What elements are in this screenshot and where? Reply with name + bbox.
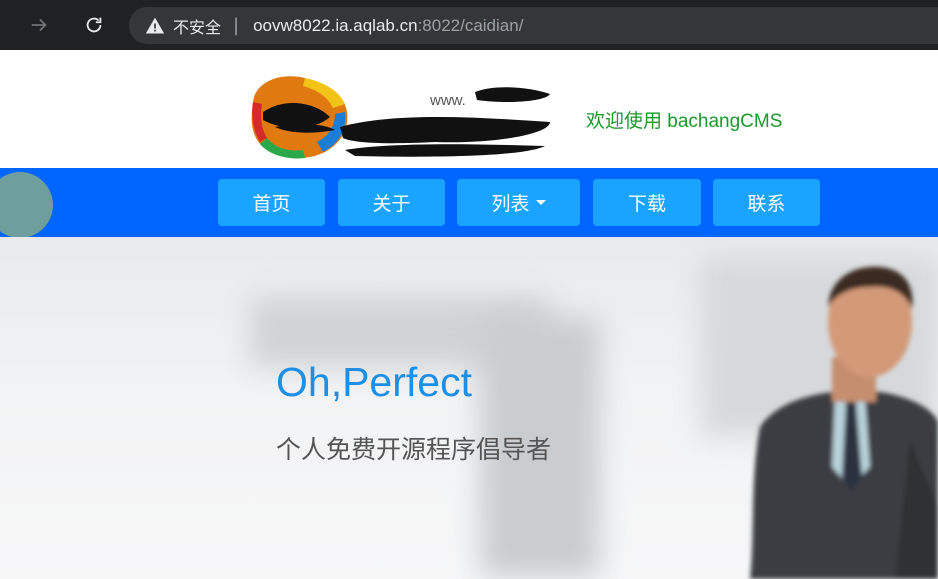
- site-logo[interactable]: www.: [245, 72, 555, 162]
- hero-title: Oh,Perfect: [276, 359, 472, 405]
- logo-text: www.: [429, 92, 466, 109]
- nav-item-contact[interactable]: 联系: [713, 179, 820, 226]
- security-label[interactable]: 不安全: [173, 14, 221, 38]
- reload-button[interactable]: [79, 10, 109, 40]
- site-header: www. 欢迎使用 bachangCMS: [0, 50, 938, 168]
- floating-circle: [0, 172, 53, 238]
- nav-item-download[interactable]: 下载: [593, 179, 701, 226]
- welcome-text: 欢迎使用 bachangCMS: [586, 111, 783, 132]
- businessman-photo: [750, 266, 938, 579]
- nav-item-list[interactable]: 列表: [457, 179, 580, 226]
- caret-down-icon: [535, 200, 546, 205]
- url-text[interactable]: oovw8022.ia.aqlab.cn:8022/caidian/: [253, 16, 523, 36]
- hero-subtitle: 个人免费开源程序倡导者: [276, 436, 552, 464]
- nav-item-about[interactable]: 关于: [338, 179, 445, 226]
- main-nav: 首页 关于 列表 下载 联系: [0, 168, 938, 238]
- warning-icon[interactable]: [145, 16, 165, 36]
- forward-button[interactable]: [24, 10, 54, 40]
- nav-item-home[interactable]: 首页: [218, 179, 325, 226]
- address-separator: |: [233, 15, 240, 36]
- address-bar[interactable]: 不安全 | oovw8022.ia.aqlab.cn:8022/caidian/: [129, 7, 938, 44]
- browser-toolbar: 不安全 | oovw8022.ia.aqlab.cn:8022/caidian/: [0, 0, 938, 50]
- arrow-right-icon: [31, 18, 47, 32]
- reload-icon: [86, 17, 102, 33]
- hero-banner: Oh,Perfect 个人免费开源程序倡导者: [0, 237, 938, 579]
